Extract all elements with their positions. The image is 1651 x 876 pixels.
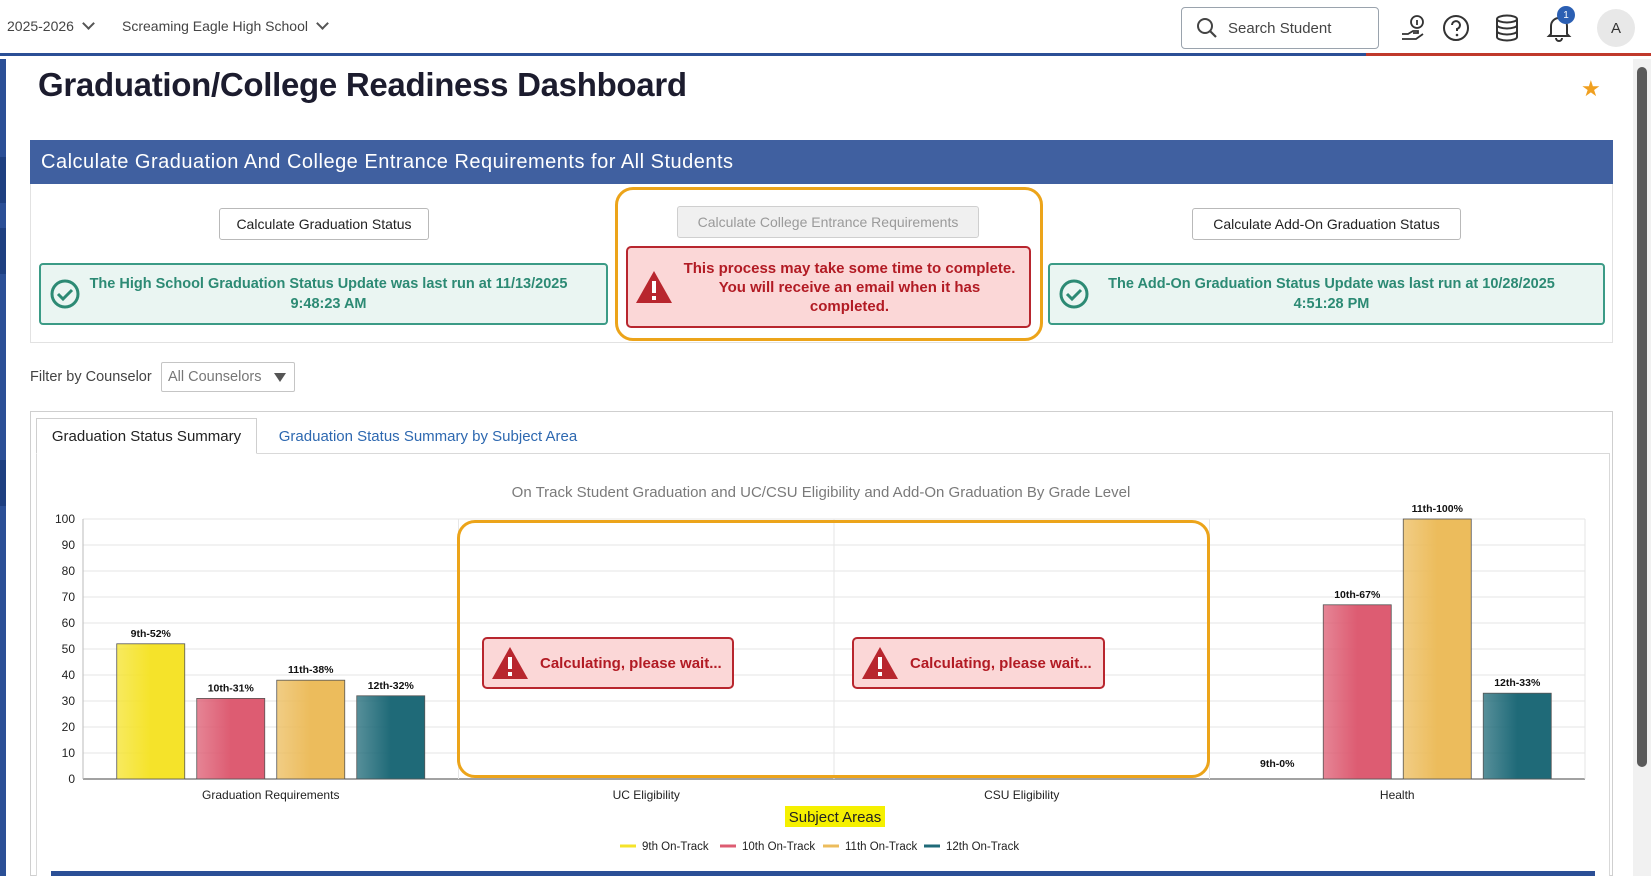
y-tick-label: 20 [62,720,76,734]
x-tick-label: CSU Eligibility [984,788,1059,802]
legend-label: 9th On-Track [642,841,709,853]
y-tick-label: 40 [62,668,76,682]
bar [116,643,186,780]
chart-legend: 9th On-Track 10th On-Track 11th On-Track 12… [620,841,1019,853]
y-tick-label: 70 [62,590,76,604]
tab-graduation-status-summary[interactable]: Graduation Status Summary [36,418,257,454]
bar [1402,518,1472,780]
y-tick-label: 10 [62,746,76,760]
bar-data-label: 10th-31% [208,682,255,694]
chart-title: On Track Student Graduation and UC/CSU E… [512,484,1131,501]
legend-label: 11th On-Track [845,841,917,853]
highlight-frame [457,520,1210,778]
x-tick-label: Health [1380,788,1415,802]
legend-label: 12th On-Track [946,841,1019,853]
y-tick-label: 80 [62,564,76,578]
y-tick-label: 50 [62,642,76,656]
bar-data-label: 12th-32% [368,680,415,692]
bar-data-label: 11th-100% [1412,503,1464,515]
x-tick-label: UC Eligibility [613,788,680,802]
bar-data-label: 9th-52% [131,628,172,640]
bar-data-label: 10th-67% [1334,589,1381,601]
bottom-section-bar [51,871,1595,876]
x-axis-label: Subject Areas [789,809,882,826]
bar-data-label: 11th-38% [288,664,334,676]
bar [356,695,426,780]
bar [276,679,346,780]
x-tick-label: Graduation Requirements [202,788,339,802]
bar-data-label: 9th-0% [1260,758,1295,770]
bar [1322,604,1392,780]
y-tick-label: 60 [62,616,76,630]
y-tick-label: 30 [62,694,76,708]
y-tick-label: 100 [55,512,75,526]
bar [196,698,266,780]
bar [1482,692,1552,780]
bar-data-label: 12th-33% [1494,677,1541,689]
y-tick-label: 90 [62,538,76,552]
legend-label: 10th On-Track [742,841,815,853]
y-tick-label: 0 [68,772,75,786]
